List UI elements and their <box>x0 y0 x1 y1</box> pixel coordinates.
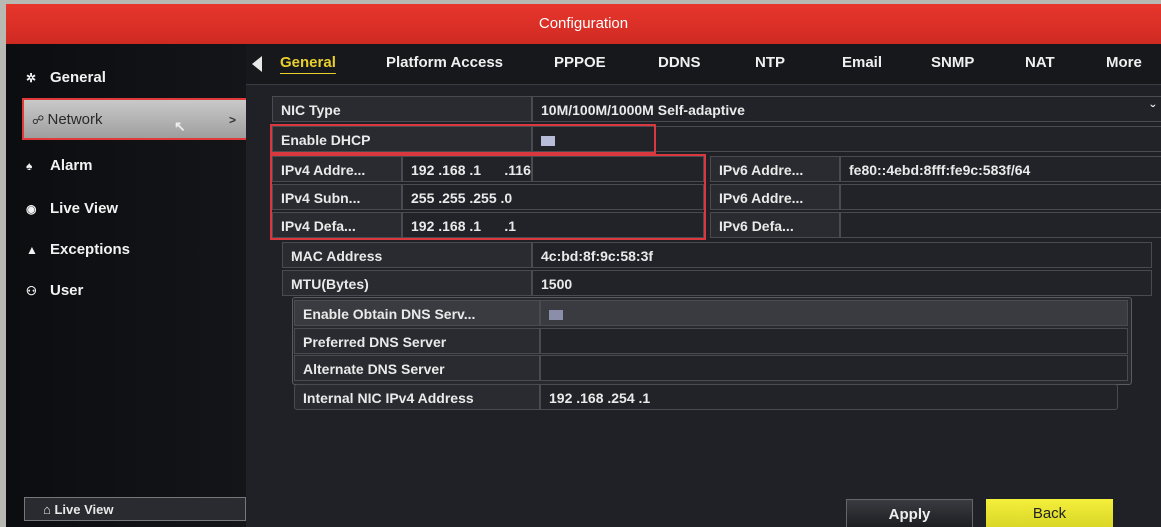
sidebar-item-label: User <box>50 282 84 299</box>
mtu-label: MTU(Bytes) <box>282 270 532 296</box>
home-icon: ⌂ <box>43 502 55 517</box>
nic-type-value: 10M/100M/1000M Self-adaptive <box>541 102 745 118</box>
sidebar-item-alarm[interactable]: ♠ Alarm <box>26 147 93 185</box>
internal-nic-label: Internal NIC IPv4 Address <box>294 384 540 410</box>
users-icon: ⚇ <box>26 284 37 298</box>
mac-address-label: MAC Address <box>282 242 532 268</box>
ipv6-address-label: IPv6 Addre... <box>710 156 840 182</box>
sidebar-item-label: Exceptions <box>50 241 131 258</box>
apply-button[interactable]: Apply <box>846 499 973 527</box>
live-view-button[interactable]: ⌂ Live View <box>24 497 246 521</box>
chevron-down-icon: ˇ <box>1150 102 1155 118</box>
ipv6-address2-label: IPv6 Addre... <box>710 184 840 210</box>
sidebar-item-general[interactable]: ✲ General <box>26 59 106 97</box>
tab-ntp[interactable]: NTP <box>755 54 785 71</box>
tab-nat[interactable]: NAT <box>1025 54 1055 71</box>
gear-icon: ✲ <box>26 71 37 85</box>
tab-snmp[interactable]: SNMP <box>931 54 974 71</box>
sidebar-item-label: Live View <box>50 200 119 217</box>
sidebar-item-label: Alarm <box>50 157 93 174</box>
preferred-dns-field[interactable] <box>540 328 1128 354</box>
ipv6-gateway-label: IPv6 Defa... <box>710 212 840 238</box>
sidebar-item-live-view[interactable]: ◉ Live View <box>26 190 118 228</box>
tab-email[interactable]: Email <box>842 54 882 71</box>
nic-type-select[interactable]: 10M/100M/1000M Self-adaptive ˇ <box>532 96 1161 122</box>
mac-address-value: 4c:bd:8f:9c:58:3f <box>532 242 1152 268</box>
back-button[interactable]: Back <box>986 499 1113 527</box>
ipv6-address2-value <box>840 184 1161 210</box>
tab-scroll-left-icon[interactable] <box>252 56 262 72</box>
ipv6-address-value: fe80::4ebd:8fff:fe9c:583f/64 <box>840 156 1161 182</box>
nic-type-label: NIC Type <box>272 96 532 122</box>
sidebar-item-user[interactable]: ⚇ User <box>26 272 83 310</box>
dhcp-highlight-box <box>270 124 656 154</box>
warning-icon: ▲ <box>26 243 38 257</box>
window-title: Configuration <box>6 4 1161 44</box>
dns-auto-label: Enable Obtain DNS Serv... <box>294 300 540 326</box>
sidebar-item-exceptions[interactable]: ▲ Exceptions <box>26 231 130 269</box>
tab-pppoe[interactable]: PPPOE <box>554 54 606 71</box>
tab-more[interactable]: More <box>1106 54 1142 71</box>
main-content: General Platform Access PPPOE DDNS NTP E… <box>246 44 1161 527</box>
ipv6-gateway-value <box>840 212 1161 238</box>
sidebar-item-label: General <box>50 69 106 86</box>
eye-icon: ◉ <box>26 202 37 216</box>
tab-ddns[interactable]: DDNS <box>658 54 701 71</box>
dns-auto-row <box>540 300 1128 326</box>
alternate-dns-label: Alternate DNS Server <box>294 355 540 381</box>
sidebar: ✲ General ☍ Network > ↖ ♠ Alarm ◉ Live View… <box>6 44 248 527</box>
network-highlight-box <box>22 98 248 140</box>
mtu-field[interactable]: 1500 <box>532 270 1152 296</box>
tab-bar: General Platform Access PPPOE DDNS NTP E… <box>246 44 1161 85</box>
tab-platform-access[interactable]: Platform Access <box>386 54 503 71</box>
preferred-dns-label: Preferred DNS Server <box>294 328 540 354</box>
internal-nic-field[interactable]: 192 .168 .254 .1 <box>540 384 1118 410</box>
alarm-icon: ♠ <box>26 159 33 173</box>
alternate-dns-field[interactable] <box>540 355 1128 381</box>
dns-auto-checkbox[interactable] <box>549 310 563 321</box>
tab-general[interactable]: General <box>280 54 336 71</box>
ipv4-highlight-box <box>270 154 706 240</box>
screen: Configuration ✲ General ☍ Network > ↖ ♠ Al… <box>6 4 1161 527</box>
